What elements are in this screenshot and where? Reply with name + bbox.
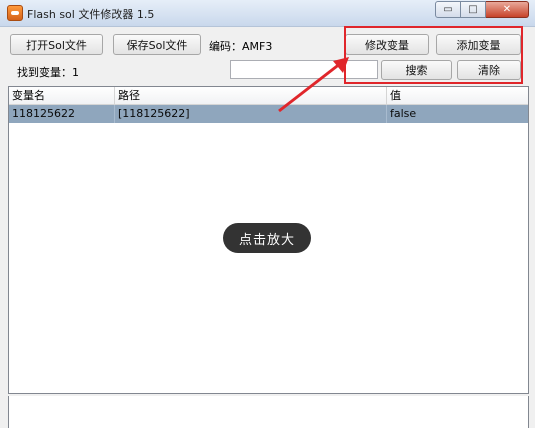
maximize-icon: □ xyxy=(468,4,478,15)
app-icon xyxy=(7,5,23,21)
open-sol-button[interactable]: 打开Sol文件 xyxy=(10,34,103,55)
app-window: Flash sol 文件修改器 1.5 ▭ □ ✕ 打开Sol文件 保存Sol文… xyxy=(0,0,535,428)
maximize-button[interactable]: □ xyxy=(461,1,486,18)
encoding-value: AMF3 xyxy=(242,40,273,53)
encoding-label: 编码：AMF3 xyxy=(209,38,272,54)
window-title: Flash sol 文件修改器 1.5 xyxy=(27,8,155,21)
zoom-hint-button[interactable]: 点击放大 xyxy=(223,223,311,253)
found-variables-label: 找到变量：1 xyxy=(17,64,79,80)
close-icon: ✕ xyxy=(502,4,512,15)
value-editor-panel[interactable] xyxy=(8,396,529,428)
table-header: 变量名 路径 值 xyxy=(9,87,528,105)
window-controls: ▭ □ ✕ xyxy=(435,1,529,18)
cell-value: false xyxy=(390,107,417,120)
encoding-label-text: 编码： xyxy=(209,40,242,53)
minimize-icon: ▭ xyxy=(443,4,453,15)
close-button[interactable]: ✕ xyxy=(486,1,529,18)
annotation-highlight-box xyxy=(344,26,523,84)
title-bar[interactable]: Flash sol 文件修改器 1.5 ▭ □ ✕ xyxy=(0,0,535,27)
column-header-value[interactable]: 值 xyxy=(387,87,528,104)
table-row[interactable]: 118125622 [118125622] false xyxy=(9,105,528,123)
column-header-name[interactable]: 变量名 xyxy=(9,87,115,104)
minimize-button[interactable]: ▭ xyxy=(435,1,461,18)
save-sol-button[interactable]: 保存Sol文件 xyxy=(113,34,201,55)
cell-name: 118125622 xyxy=(9,105,115,123)
found-label-text: 找到变量： xyxy=(17,66,72,79)
annotation-arrow-icon xyxy=(278,57,349,113)
found-count: 1 xyxy=(72,66,79,79)
